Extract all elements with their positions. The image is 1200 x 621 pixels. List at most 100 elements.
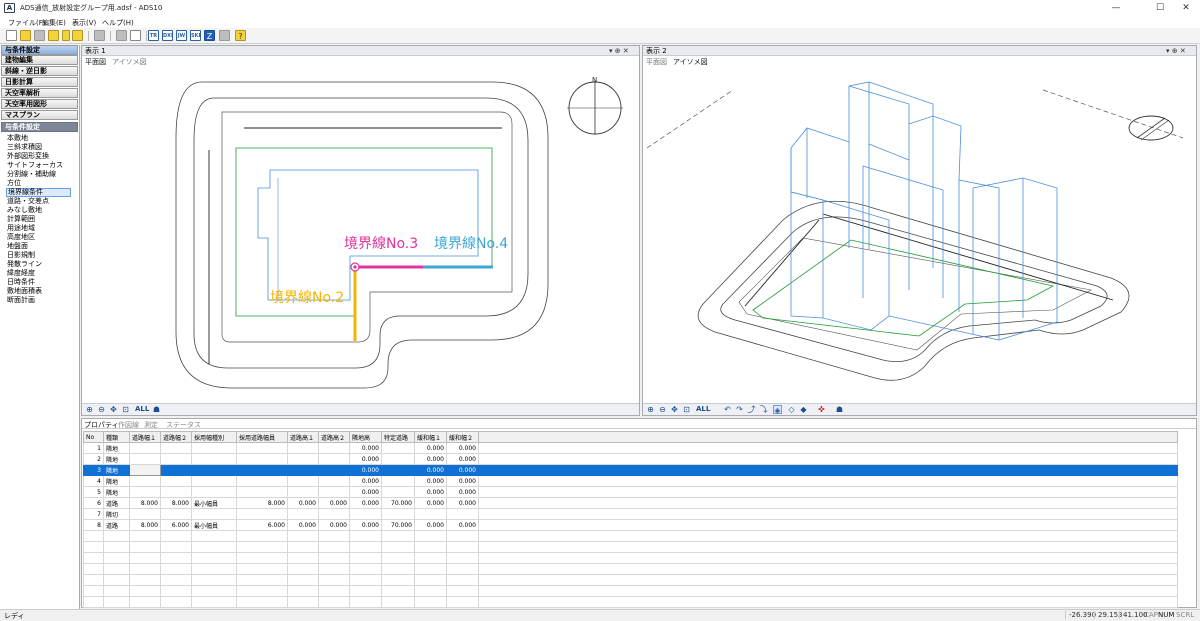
table-cell[interactable] xyxy=(318,541,350,553)
table-cell[interactable] xyxy=(129,585,161,597)
table-row[interactable]: 5 隣地 0.000 0.000 0.000 xyxy=(83,486,1178,498)
table-cell[interactable] xyxy=(287,552,319,564)
table-cell[interactable] xyxy=(446,585,479,597)
table-cell[interactable]: 5 xyxy=(83,486,104,498)
view2-isometric-canvas[interactable] xyxy=(643,68,1196,403)
section-slant-shadow[interactable]: 斜線・逆日影 xyxy=(1,66,78,76)
view-toggle-icon[interactable]: ☗ xyxy=(835,405,844,414)
table-cell[interactable] xyxy=(129,541,161,553)
table-cell[interactable] xyxy=(446,596,479,608)
table-cell[interactable] xyxy=(160,475,192,487)
table-cell[interactable]: 道路 xyxy=(103,497,130,509)
table-cell[interactable]: 2 xyxy=(83,453,104,465)
section-conditions[interactable]: 与条件設定 xyxy=(1,45,78,55)
table-cell[interactable] xyxy=(236,574,288,586)
iso-view-icon[interactable]: ◈ xyxy=(773,405,782,415)
open-folder-icon[interactable] xyxy=(20,30,31,41)
table-cell[interactable] xyxy=(160,453,192,465)
table-cell[interactable] xyxy=(287,574,319,586)
table-cell[interactable] xyxy=(381,508,415,520)
table-cell[interactable] xyxy=(414,563,447,575)
section-sky-analysis[interactable]: 天空率解析 xyxy=(1,88,78,98)
tilt-up-icon[interactable]: ⤴ xyxy=(747,405,756,414)
table-cell[interactable] xyxy=(129,442,161,454)
table-cell[interactable] xyxy=(191,464,237,476)
table-cell[interactable]: 70.000 xyxy=(381,519,415,531)
table-cell[interactable]: 0.000 xyxy=(446,486,479,498)
table-cell[interactable] xyxy=(381,585,415,597)
table-row[interactable]: 4 隣地 0.000 0.000 0.000 xyxy=(83,475,1178,487)
column-header[interactable]: 道路幅１ xyxy=(129,431,161,443)
tab-measure[interactable]: 測定 xyxy=(144,420,158,430)
table-row[interactable]: 2 隣地 0.000 0.000 0.000 xyxy=(83,453,1178,465)
table-cell[interactable] xyxy=(103,563,130,575)
table-cell[interactable] xyxy=(83,574,104,586)
section-building-edit[interactable]: 建物編集 xyxy=(1,55,78,65)
sidebar-item-roads[interactable]: 道路・交差点 xyxy=(6,197,71,206)
table-cell[interactable]: 0.000 xyxy=(446,497,479,509)
table-cell[interactable]: 0.000 xyxy=(446,519,479,531)
pan-icon[interactable]: ✥ xyxy=(109,405,118,414)
table-cell[interactable] xyxy=(83,541,104,553)
view2-tab-plan[interactable]: 平面図 xyxy=(646,57,667,67)
sidebar-item-zoning[interactable]: 用途地域 xyxy=(6,224,71,233)
table-cell[interactable] xyxy=(318,596,350,608)
tr-import-button[interactable]: TR xyxy=(148,30,159,41)
table-cell[interactable] xyxy=(318,486,350,498)
menu-edit[interactable]: 編集(E) xyxy=(42,18,66,28)
column-header[interactable]: 特定道路 xyxy=(381,431,415,443)
table-cell[interactable] xyxy=(160,552,192,564)
view-toggle-icon[interactable]: ☗ xyxy=(152,405,161,414)
table-cell[interactable] xyxy=(446,508,479,520)
column-header[interactable]: 緩和幅２ xyxy=(446,431,479,443)
table-cell[interactable]: 0.000 xyxy=(349,464,382,476)
sidebar-item-deemed-site[interactable]: みなし敷地 xyxy=(6,206,71,215)
column-header[interactable]: No xyxy=(83,431,104,443)
table-cell[interactable]: 0.000 xyxy=(446,453,479,465)
table-cell[interactable]: 隣地 xyxy=(103,453,130,465)
zoom-all-button[interactable]: ALL xyxy=(696,405,710,414)
tab-drawing-lines[interactable]: 作図線 xyxy=(118,420,139,430)
table-row[interactable]: 7 隣切 xyxy=(83,508,1178,520)
table-cell[interactable] xyxy=(191,574,237,586)
table-cell[interactable] xyxy=(103,541,130,553)
view1-tab-plan[interactable]: 平面図 xyxy=(85,57,106,67)
table-cell[interactable] xyxy=(318,585,350,597)
table-cell[interactable]: 7 xyxy=(83,508,104,520)
table-cell[interactable]: 道路 xyxy=(103,519,130,531)
zoom-out-icon[interactable]: ⊖ xyxy=(658,405,667,414)
table-cell[interactable] xyxy=(349,563,382,575)
table-cell[interactable] xyxy=(160,563,192,575)
table-cell[interactable]: 隣地 xyxy=(103,464,130,476)
table-cell[interactable]: 0.000 xyxy=(414,486,447,498)
table-cell[interactable] xyxy=(83,563,104,575)
table-cell[interactable] xyxy=(349,552,382,564)
table-cell[interactable] xyxy=(236,541,288,553)
print-icon[interactable] xyxy=(116,30,127,41)
view2-tab-isometric[interactable]: アイソメ図 xyxy=(673,57,708,67)
table-cell[interactable] xyxy=(349,508,382,520)
column-header[interactable]: 道路高２ xyxy=(318,431,350,443)
table-cell[interactable] xyxy=(381,530,415,542)
table-cell[interactable] xyxy=(446,541,479,553)
sidebar-item-boundary-conditions[interactable]: 境界線条件 xyxy=(6,188,71,197)
sidebar-item-section-plan[interactable]: 断面計画 xyxy=(6,296,71,305)
table-cell[interactable]: 0.000 xyxy=(318,519,350,531)
table-cell[interactable] xyxy=(103,585,130,597)
table-cell[interactable]: 0.000 xyxy=(414,464,447,476)
pan-icon[interactable]: ✥ xyxy=(670,405,679,414)
sidebar-item-datetime[interactable]: 日時条件 xyxy=(6,278,71,287)
minimize-button[interactable]: — xyxy=(1106,2,1126,14)
table-cell[interactable]: 6.000 xyxy=(236,519,288,531)
marker-icon[interactable] xyxy=(62,30,70,41)
table-cell[interactable] xyxy=(287,453,319,465)
table-cell[interactable] xyxy=(318,464,350,476)
table-cell[interactable] xyxy=(446,552,479,564)
table-cell[interactable] xyxy=(414,596,447,608)
table-cell[interactable] xyxy=(318,453,350,465)
help-icon[interactable]: ? xyxy=(235,30,246,41)
table-cell[interactable] xyxy=(129,475,161,487)
table-cell[interactable] xyxy=(160,442,192,454)
table-cell[interactable] xyxy=(191,453,237,465)
table-cell[interactable]: 0.000 xyxy=(349,442,382,454)
